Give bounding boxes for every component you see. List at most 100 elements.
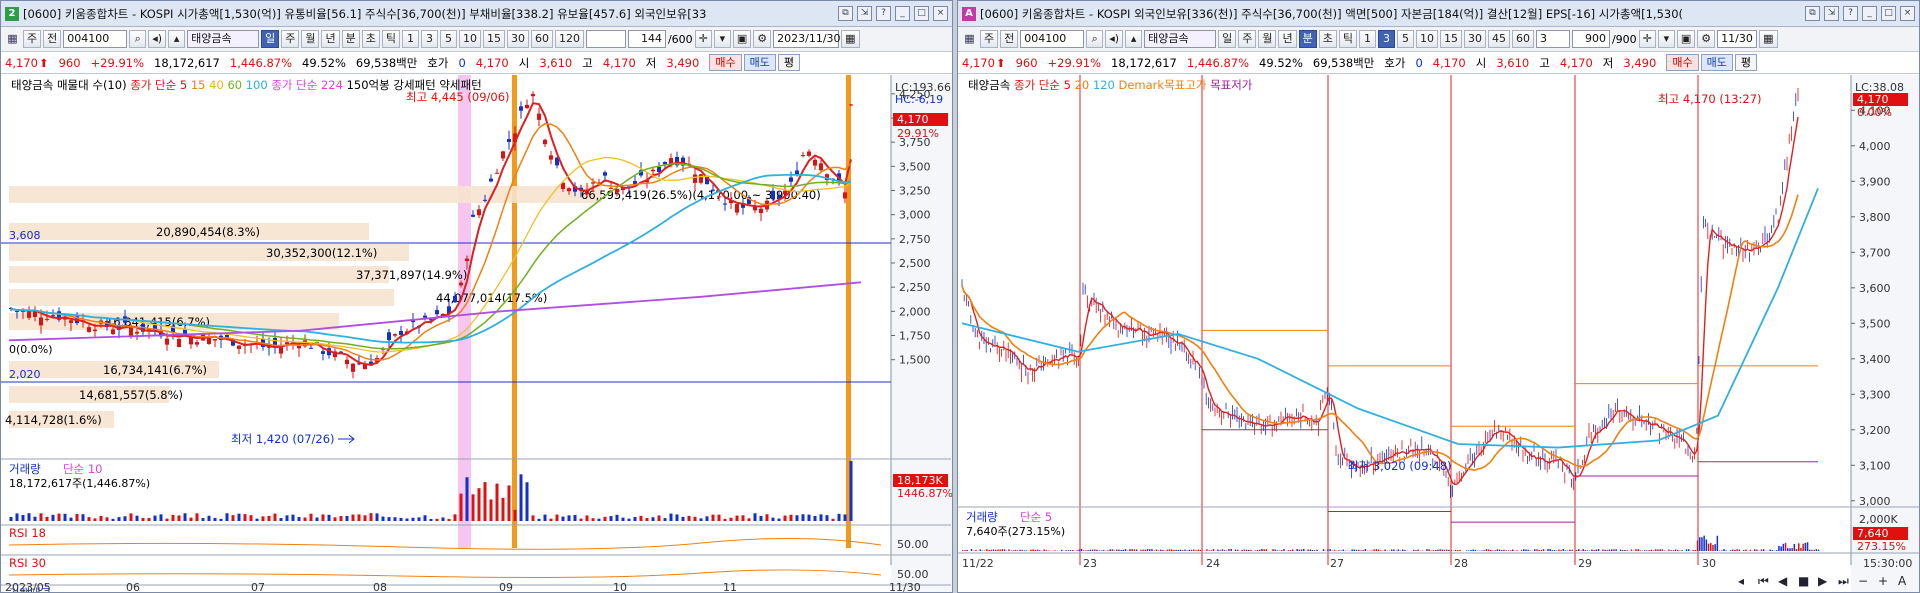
num-30[interactable]: 30 [1463, 30, 1486, 48]
week-select[interactable]: 주 [23, 30, 42, 48]
prev-select[interactable]: 전 [43, 30, 62, 48]
chart-type-icon[interactable]: ▦ [961, 30, 978, 48]
period-month[interactable]: 월 [1258, 30, 1277, 48]
avg-button[interactable]: 평 [1734, 54, 1757, 71]
volume-bar [321, 514, 325, 521]
period-second[interactable]: 초 [361, 30, 380, 48]
scroll-control-icon[interactable]: ⏮ [1758, 574, 1769, 588]
pin-icon[interactable]: ⇲ [1824, 6, 1839, 21]
num-15[interactable]: 15 [482, 30, 505, 48]
period-minute[interactable]: 분 [1298, 30, 1317, 48]
period-tick[interactable]: 틱 [1338, 30, 1357, 48]
period-year[interactable]: 년 [321, 30, 340, 48]
num-60[interactable]: 60 [1511, 30, 1534, 48]
stock-name-field[interactable]: 태양금속 [1144, 30, 1217, 48]
num-3[interactable]: 3 [420, 30, 438, 48]
period-week[interactable]: 주 [281, 30, 300, 48]
minute-chart-svg[interactable]: 4,1004,0003,9003,8003,7003,6003,5003,400… [958, 75, 1920, 593]
scroll-control-icon[interactable]: ▶ [1818, 574, 1828, 588]
crosshair-icon[interactable]: ✛ [694, 30, 712, 48]
settings-icon[interactable]: ⚙ [1697, 30, 1716, 48]
sell-button[interactable]: 매도 [743, 54, 776, 71]
close-icon[interactable]: × [1900, 6, 1915, 21]
chart-type-icon[interactable]: ▦ [4, 30, 21, 48]
minimize-icon[interactable]: _ [1862, 6, 1877, 21]
period-day[interactable]: 일 [261, 30, 280, 48]
num-1[interactable]: 1 [1358, 30, 1376, 48]
volume-bar [1338, 550, 1340, 551]
count-input[interactable]: 144 [627, 30, 666, 48]
count-input[interactable]: 900 [1571, 30, 1610, 48]
interval-select[interactable]: 3 [1535, 30, 1570, 48]
stock-code-input[interactable]: 004100 [1020, 30, 1085, 48]
num-10[interactable]: 10 [1415, 30, 1438, 48]
scroll-control-icon[interactable]: ■ [1798, 574, 1809, 588]
volume-bar [1575, 549, 1578, 551]
calendar-icon[interactable]: ▦ [1759, 30, 1778, 48]
num-30[interactable]: 30 [506, 30, 529, 48]
save-icon[interactable]: ▣ [732, 30, 752, 48]
date-input[interactable]: 11/30 [1717, 30, 1758, 48]
pin-icon[interactable]: ⇲ [857, 6, 872, 21]
buy-button[interactable]: 매수 [709, 54, 742, 71]
period-month[interactable]: 월 [301, 30, 320, 48]
num-1[interactable]: 1 [401, 30, 419, 48]
calendar-icon[interactable]: ▦ [841, 30, 860, 48]
up-arrow-icon[interactable]: ▴ [1125, 30, 1143, 48]
volume-bar [1245, 549, 1248, 551]
period-week[interactable]: 주 [1238, 30, 1257, 48]
week-select[interactable]: 주 [980, 30, 999, 48]
link-icon[interactable]: ⧉ [838, 6, 853, 21]
sell-button[interactable]: 매도 [1700, 54, 1733, 71]
period-tick[interactable]: 틱 [381, 30, 400, 48]
up-arrow-icon[interactable]: ▴ [168, 30, 186, 48]
period-minute[interactable]: 분 [341, 30, 360, 48]
maximize-icon[interactable]: □ [914, 6, 929, 21]
crosshair-icon[interactable]: ✛ [1638, 30, 1656, 48]
minimize-icon[interactable]: _ [895, 6, 910, 21]
period-second[interactable]: 초 [1318, 30, 1337, 48]
volume-bar [393, 517, 397, 521]
link-icon[interactable]: ⧉ [1805, 6, 1820, 21]
period-year[interactable]: 년 [1278, 30, 1297, 48]
settings-icon[interactable]: ⚙ [753, 30, 772, 48]
scroll-control-icon[interactable]: ◂ [1738, 574, 1744, 588]
period-day[interactable]: 일 [1218, 30, 1237, 48]
scroll-control-icon[interactable]: ◀ [1778, 574, 1788, 588]
blank-select[interactable] [585, 30, 626, 48]
save-icon[interactable]: ▣ [1676, 30, 1696, 48]
scroll-control-icon[interactable]: A [1898, 574, 1907, 588]
num-60[interactable]: 60 [530, 30, 553, 48]
num-5[interactable]: 5 [1396, 30, 1414, 48]
num-15[interactable]: 15 [1439, 30, 1462, 48]
chart-area[interactable]: 4,100 4,000 3,900 3,800 3,700 3,600 3,500 3,400… [958, 75, 1919, 592]
search-icon[interactable]: ⌕ [129, 30, 147, 48]
prev-select[interactable]: 전 [1000, 30, 1019, 48]
volume-bar [1699, 537, 1701, 551]
help-icon[interactable]: ? [876, 6, 891, 21]
num-10[interactable]: 10 [458, 30, 481, 48]
date-input[interactable]: 2023/11/30 [773, 30, 841, 48]
stock-code-input[interactable]: 004100 [63, 30, 128, 48]
stock-name-field[interactable]: 태양금속 [187, 30, 260, 48]
scroll-control-icon[interactable]: − [1858, 574, 1868, 588]
speaker-icon[interactable]: ◂) [148, 30, 167, 48]
avg-button[interactable]: 평 [777, 54, 800, 71]
num-5[interactable]: 5 [439, 30, 457, 48]
daily-chart-svg[interactable]: 66,595,419(26.5%)(4,170.00 ~ 3,900.40)20… [1, 75, 953, 593]
dropdown-icon[interactable]: ▾ [713, 30, 731, 48]
chart-area[interactable]: 66,595,419(26.5%)(4,170.00 ~ 3,900.40) 20… [1, 75, 952, 592]
dropdown-icon[interactable]: ▾ [1657, 30, 1675, 48]
buy-button[interactable]: 매수 [1666, 54, 1699, 71]
volume-bar [1795, 548, 1798, 551]
help-icon[interactable]: ? [1843, 6, 1858, 21]
maximize-icon[interactable]: □ [1881, 6, 1896, 21]
num-3[interactable]: 3 [1377, 30, 1395, 48]
num-120[interactable]: 120 [554, 30, 584, 48]
close-icon[interactable]: × [933, 6, 948, 21]
scroll-control-icon[interactable]: + [1878, 574, 1888, 588]
scroll-control-icon[interactable]: ⏭ [1838, 574, 1849, 588]
speaker-icon[interactable]: ◂) [1105, 30, 1124, 48]
search-icon[interactable]: ⌕ [1086, 30, 1104, 48]
num-45[interactable]: 45 [1487, 30, 1510, 48]
